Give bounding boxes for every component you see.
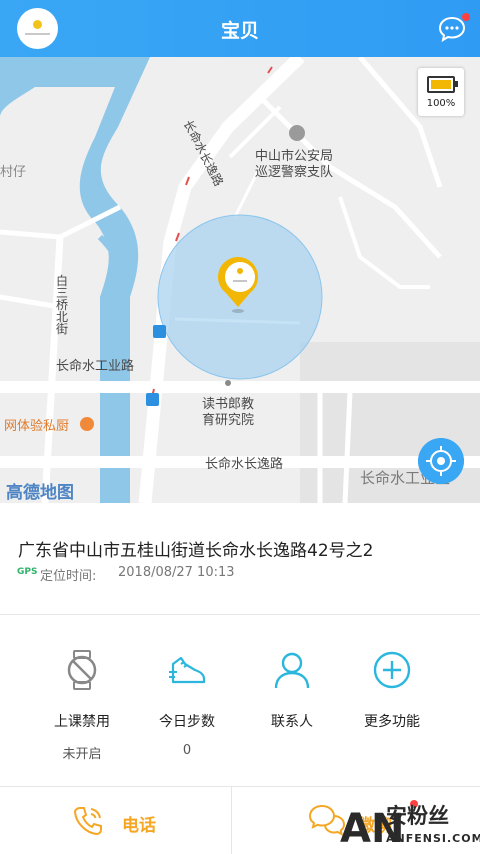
poi-kitchen: 网体验私厨 [4,419,70,434]
sneaker-icon [169,656,206,684]
class-disable-status: 未开启 [62,747,102,762]
road-label-industrial: 长命水工业路 [56,359,135,374]
poi-police-line2: 巡逻警察支队 [255,165,334,180]
divider [0,614,480,615]
location-address: 广东省中山市五桂山街道长命水长逸路42号之2 [18,541,374,561]
battery-cap [455,81,458,87]
more-functions-label: 更多功能 [364,714,420,730]
map-canvas [0,57,480,503]
battery-card: 100% [418,68,464,116]
road-label-bottom: 长命水长逸路 [205,457,284,472]
poi-research-line2: 育研究院 [202,413,255,428]
battery-icon [427,76,455,93]
location-time-label: 定位时间: [40,569,97,584]
person-icon [274,652,310,689]
poi-left-edge: 村仔 [0,165,27,180]
call-button[interactable]: 电话 [0,787,231,854]
page-title: 宝贝 [220,20,259,42]
app-header: 宝贝 [0,0,480,57]
watermark-text: 安粉丝 [386,804,449,828]
locate-button[interactable] [418,438,464,484]
location-time-value: 2018/08/27 10:13 [118,565,235,580]
map-view[interactable]: 中山市公安局 巡逻警察支队 长命水长逸路 长命水工业路 长命水长逸路 长命水工业… [0,57,480,503]
steps-item[interactable]: 今日步数 0 [127,650,247,758]
amap-logo: 高德地图 [6,483,74,503]
more-functions-item[interactable]: 更多功能 [332,650,452,731]
call-label: 电话 [122,816,156,836]
battery-percent: 100% [426,98,456,109]
phone-icon [73,807,102,836]
watermark-url: ANFENSI.COM [386,832,480,845]
class-disable-label: 上课禁用 [54,714,110,730]
class-disable-item[interactable]: 上课禁用 未开启 [22,650,142,762]
gps-badge: GPS [17,567,38,577]
chat-bubble-icon[interactable] [438,16,466,42]
unread-dot [462,13,470,21]
watch-disabled-icon [67,650,97,690]
steps-label: 今日步数 [159,714,215,730]
battery-level-fill [431,80,451,89]
steps-value: 0 [182,743,192,758]
plus-circle-icon [373,651,411,689]
road-label-baisan: 白三桥北街 [56,274,69,336]
